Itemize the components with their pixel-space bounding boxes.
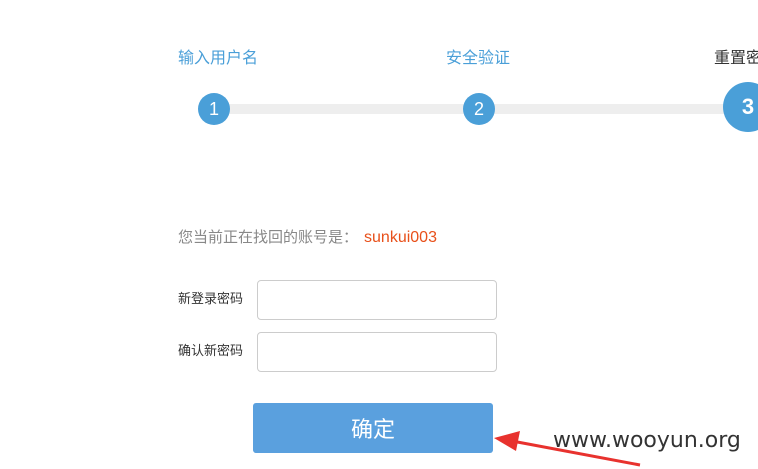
step-2-label: 安全验证 [446,48,511,67]
new-password-label: 新登录密码 [178,292,244,307]
confirm-button[interactable]: 确定 [253,403,493,453]
confirm-password-input[interactable] [257,332,497,372]
step-1-label: 输入用户名 [178,48,259,67]
step-3-circle: 3 [723,82,758,132]
step-2-circle: 2 [463,93,495,125]
step-1-circle: 1 [198,93,230,125]
watermark-text: www.wooyun.org [553,428,741,453]
confirm-password-label: 确认新密码 [178,344,244,359]
step-3-label: 重置密 [714,48,758,67]
new-password-input[interactable] [257,280,497,320]
reset-password-page: 输入用户名 安全验证 重置密 1 2 3 您当前正在找回的账号是： sunkui0… [0,0,758,469]
account-username: sunkui003 [364,229,437,246]
account-info: 您当前正在找回的账号是： sunkui003 [178,227,437,248]
account-prefix: 您当前正在找回的账号是： [178,228,359,246]
